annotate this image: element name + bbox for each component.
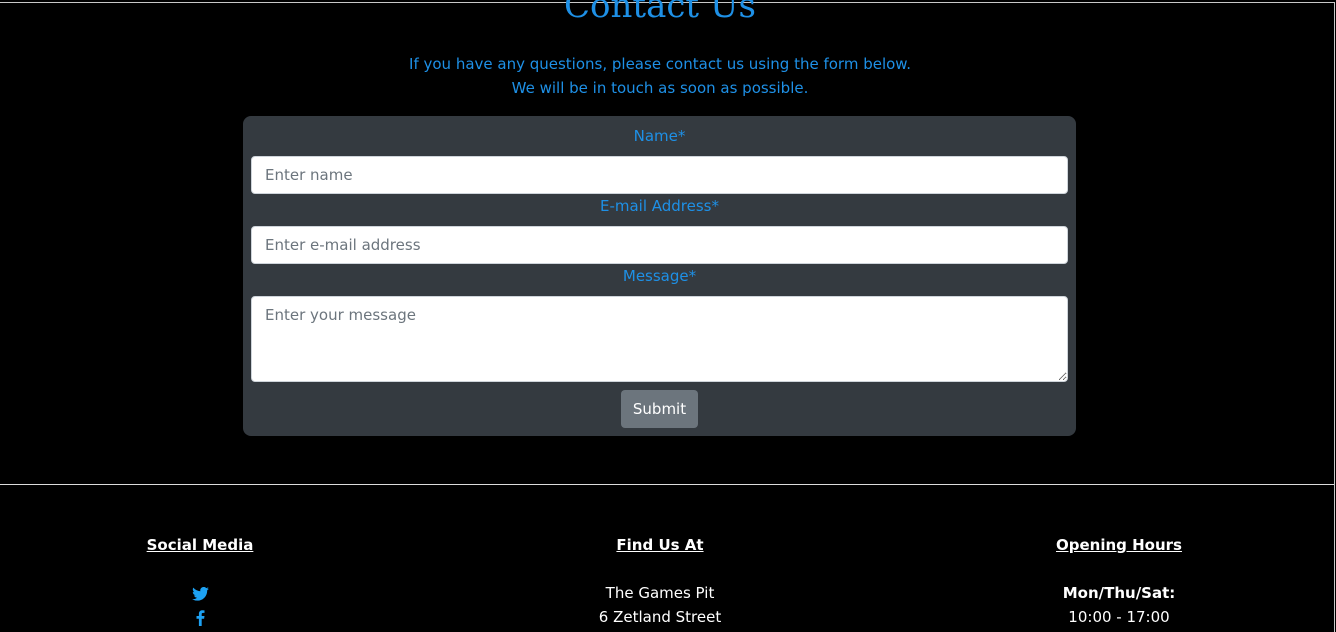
submit-button[interactable]: Submit [621, 390, 698, 428]
viewport-right-border [1334, 2, 1335, 632]
footer-social-column: Social Media [50, 533, 350, 626]
store-name: The Games Pit [605, 584, 715, 602]
email-label: E-mail Address* [599, 197, 720, 215]
intro-text-line-2: We will be in touch as soon as possible. [511, 79, 809, 97]
message-textarea[interactable] [251, 296, 1068, 382]
opening-days: Mon/Thu/Sat: [1062, 584, 1176, 602]
email-input[interactable] [251, 226, 1068, 264]
twitter-icon[interactable] [50, 581, 350, 605]
footer-hours-column: Opening Hours Mon/Thu/Sat: 10:00 - 17:00 [969, 533, 1269, 626]
name-input[interactable] [251, 156, 1068, 194]
footer-find-us-column: Find Us At The Games Pit 6 Zetland Stree… [510, 533, 810, 626]
message-label: Message* [622, 267, 697, 285]
find-us-heading: Find Us At [616, 536, 704, 554]
social-media-heading: Social Media [146, 536, 254, 554]
page-title: Contact Us [564, 0, 756, 26]
footer-divider [0, 484, 1334, 485]
store-street: 6 Zetland Street [598, 608, 722, 626]
opening-hours-heading: Opening Hours [1056, 536, 1182, 554]
facebook-icon[interactable] [50, 605, 350, 629]
opening-times: 10:00 - 17:00 [1068, 608, 1170, 626]
intro-text-line-1: If you have any questions, please contac… [409, 55, 911, 73]
contact-form: Name* E-mail Address* Message* Submit [243, 116, 1076, 436]
name-label: Name* [633, 127, 686, 145]
